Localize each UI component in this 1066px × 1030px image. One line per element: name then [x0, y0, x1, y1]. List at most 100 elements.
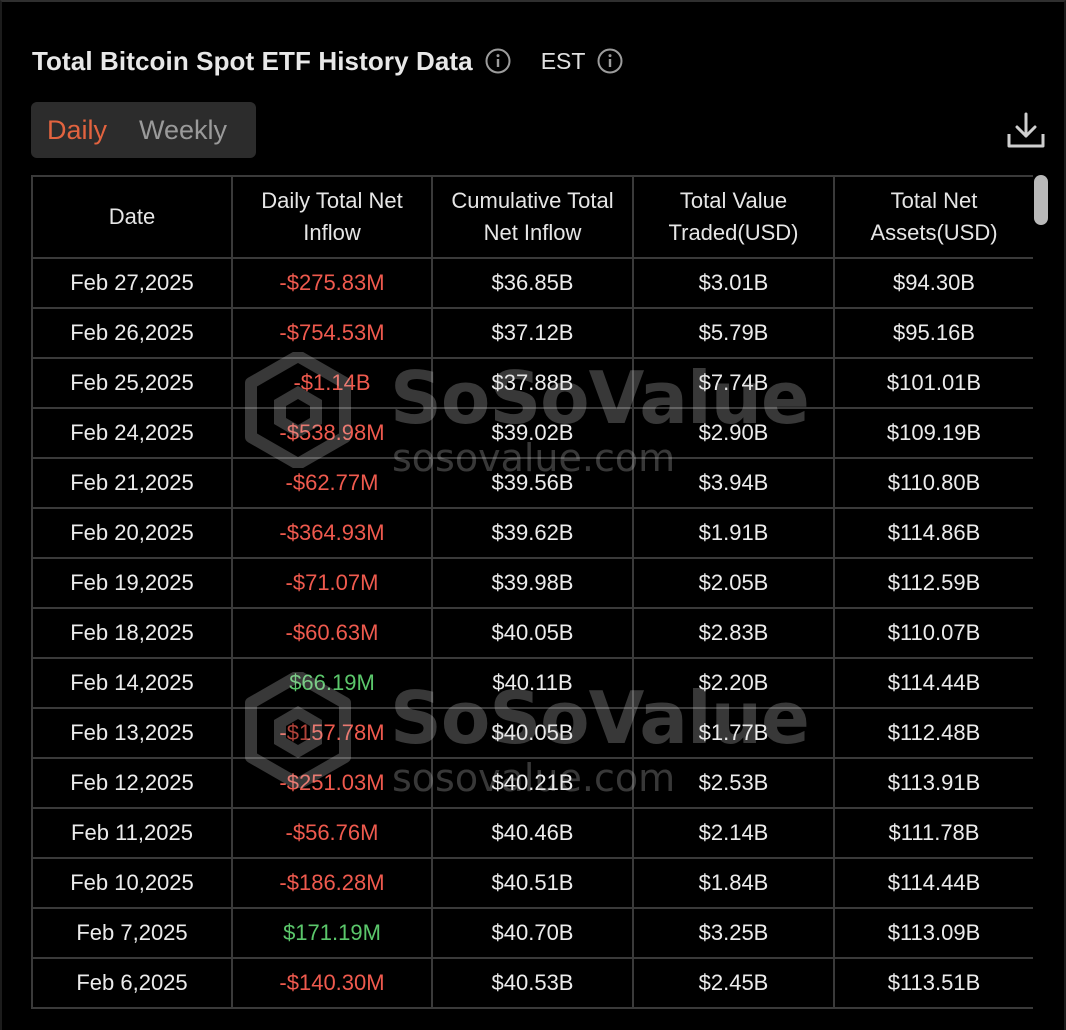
- info-icon[interactable]: [485, 48, 511, 74]
- cell-total-value-traded: $1.91B: [632, 507, 835, 559]
- table-scrollbar-thumb[interactable]: [1034, 175, 1048, 225]
- tab-weekly[interactable]: Weekly: [139, 115, 227, 146]
- cell-cumulative-net-inflow: $40.46B: [431, 807, 634, 859]
- cell-total-net-assets: $95.16B: [833, 307, 1033, 359]
- cell-date: Feb 13,2025: [31, 707, 233, 759]
- cell-total-net-assets: $94.30B: [833, 257, 1033, 309]
- cell-cumulative-net-inflow: $39.98B: [431, 557, 634, 609]
- cell-total-net-assets: $110.80B: [833, 457, 1033, 509]
- cell-total-value-traded: $1.77B: [632, 707, 835, 759]
- cell-total-value-traded: $1.84B: [632, 857, 835, 909]
- table-row: Feb 19,2025 -$71.07M $39.98B $2.05B $112…: [31, 557, 1033, 609]
- cell-daily-net-inflow: -$1.14B: [231, 357, 433, 409]
- column-header-daily-net-inflow: Daily Total Net Inflow: [231, 175, 433, 259]
- cell-total-net-assets: $101.01B: [833, 357, 1033, 409]
- cell-daily-net-inflow: -$251.03M: [231, 757, 433, 809]
- cell-total-value-traded: $2.90B: [632, 407, 835, 459]
- cell-total-net-assets: $114.44B: [833, 857, 1033, 909]
- cell-daily-net-inflow: -$140.30M: [231, 957, 433, 1009]
- history-table-container: Date Daily Total Net Inflow Cumulative T…: [31, 175, 1033, 1020]
- cell-daily-net-inflow: -$60.63M: [231, 607, 433, 659]
- cell-date: Feb 20,2025: [31, 507, 233, 559]
- table-header-row: Date Daily Total Net Inflow Cumulative T…: [31, 175, 1033, 259]
- table-row: Feb 12,2025 -$251.03M $40.21B $2.53B $11…: [31, 757, 1033, 809]
- cell-cumulative-net-inflow: $36.85B: [431, 257, 634, 309]
- cell-daily-net-inflow: -$56.76M: [231, 807, 433, 859]
- cell-total-value-traded: $2.05B: [632, 557, 835, 609]
- table-row: Feb 7,2025 $171.19M $40.70B $3.25B $113.…: [31, 907, 1033, 959]
- cell-total-net-assets: $113.51B: [833, 957, 1033, 1009]
- cell-total-net-assets: $112.48B: [833, 707, 1033, 759]
- cell-total-value-traded: $3.01B: [632, 257, 835, 309]
- cell-cumulative-net-inflow: $40.21B: [431, 757, 634, 809]
- table-row: Feb 27,2025 -$275.83M $36.85B $3.01B $94…: [31, 257, 1033, 309]
- cell-total-net-assets: $109.19B: [833, 407, 1033, 459]
- cell-date: Feb 27,2025: [31, 257, 233, 309]
- cell-cumulative-net-inflow: $37.12B: [431, 307, 634, 359]
- cell-cumulative-net-inflow: $39.02B: [431, 407, 634, 459]
- cell-total-value-traded: $2.83B: [632, 607, 835, 659]
- cell-total-net-assets: $113.91B: [833, 757, 1033, 809]
- tab-daily[interactable]: Daily: [47, 115, 107, 146]
- cell-total-value-traded: $2.14B: [632, 807, 835, 859]
- cell-total-net-assets: $112.59B: [833, 557, 1033, 609]
- table-row: Feb 21,2025 -$62.77M $39.56B $3.94B $110…: [31, 457, 1033, 509]
- cell-daily-net-inflow: -$364.93M: [231, 507, 433, 559]
- cell-daily-net-inflow: -$186.28M: [231, 857, 433, 909]
- panel-header: Total Bitcoin Spot ETF History Data EST: [32, 40, 623, 82]
- cell-total-value-traded: $3.25B: [632, 907, 835, 959]
- table-row: Feb 6,2025 -$140.30M $40.53B $2.45B $113…: [31, 957, 1033, 1009]
- cell-date: Feb 18,2025: [31, 607, 233, 659]
- cell-cumulative-net-inflow: $40.05B: [431, 607, 634, 659]
- column-header-total-value-traded: Total Value Traded(USD): [632, 175, 835, 259]
- cell-cumulative-net-inflow: $40.11B: [431, 657, 634, 709]
- cell-total-value-traded: $2.20B: [632, 657, 835, 709]
- table-row: Feb 11,2025 -$56.76M $40.46B $2.14B $111…: [31, 807, 1033, 859]
- history-table: Date Daily Total Net Inflow Cumulative T…: [31, 175, 1033, 1009]
- cell-total-net-assets: $110.07B: [833, 607, 1033, 659]
- cell-date: Feb 14,2025: [31, 657, 233, 709]
- cell-total-net-assets: $114.44B: [833, 657, 1033, 709]
- cell-cumulative-net-inflow: $40.05B: [431, 707, 634, 759]
- cell-daily-net-inflow: -$275.83M: [231, 257, 433, 309]
- cell-total-value-traded: $5.79B: [632, 307, 835, 359]
- cell-date: Feb 21,2025: [31, 457, 233, 509]
- table-row: Feb 18,2025 -$60.63M $40.05B $2.83B $110…: [31, 607, 1033, 659]
- cell-date: Feb 7,2025: [31, 907, 233, 959]
- table-row: Feb 25,2025 -$1.14B $37.88B $7.74B $101.…: [31, 357, 1033, 409]
- cell-cumulative-net-inflow: $39.56B: [431, 457, 634, 509]
- table-row: Feb 26,2025 -$754.53M $37.12B $5.79B $95…: [31, 307, 1033, 359]
- cell-cumulative-net-inflow: $40.70B: [431, 907, 634, 959]
- cell-cumulative-net-inflow: $40.53B: [431, 957, 634, 1009]
- cell-date: Feb 12,2025: [31, 757, 233, 809]
- table-scrollbar-track[interactable]: [1034, 175, 1048, 1020]
- cell-total-value-traded: $3.94B: [632, 457, 835, 509]
- cell-daily-net-inflow: -$538.98M: [231, 407, 433, 459]
- cell-daily-net-inflow: -$62.77M: [231, 457, 433, 509]
- cell-daily-net-inflow: -$157.78M: [231, 707, 433, 759]
- cell-total-net-assets: $111.78B: [833, 807, 1033, 859]
- timezone-info-icon[interactable]: [597, 48, 623, 74]
- cell-cumulative-net-inflow: $37.88B: [431, 357, 634, 409]
- column-header-cumulative-net-inflow: Cumulative Total Net Inflow: [431, 175, 634, 259]
- download-icon: [1007, 112, 1045, 148]
- cell-date: Feb 11,2025: [31, 807, 233, 859]
- cell-total-value-traded: $7.74B: [632, 357, 835, 409]
- table-row: Feb 13,2025 -$157.78M $40.05B $1.77B $11…: [31, 707, 1033, 759]
- table-row: Feb 14,2025 $66.19M $40.11B $2.20B $114.…: [31, 657, 1033, 709]
- cell-date: Feb 10,2025: [31, 857, 233, 909]
- cell-cumulative-net-inflow: $40.51B: [431, 857, 634, 909]
- cell-total-net-assets: $114.86B: [833, 507, 1033, 559]
- cell-total-value-traded: $2.45B: [632, 957, 835, 1009]
- cell-total-value-traded: $2.53B: [632, 757, 835, 809]
- page-title: Total Bitcoin Spot ETF History Data: [32, 45, 473, 76]
- table-row: Feb 24,2025 -$538.98M $39.02B $2.90B $10…: [31, 407, 1033, 459]
- cell-cumulative-net-inflow: $39.62B: [431, 507, 634, 559]
- column-header-date: Date: [31, 175, 233, 259]
- cell-total-net-assets: $113.09B: [833, 907, 1033, 959]
- download-button[interactable]: [1004, 110, 1048, 152]
- table-row: Feb 10,2025 -$186.28M $40.51B $1.84B $11…: [31, 857, 1033, 909]
- cell-daily-net-inflow: $66.19M: [231, 657, 433, 709]
- cell-daily-net-inflow: -$71.07M: [231, 557, 433, 609]
- period-tabs: Daily Weekly: [31, 102, 256, 158]
